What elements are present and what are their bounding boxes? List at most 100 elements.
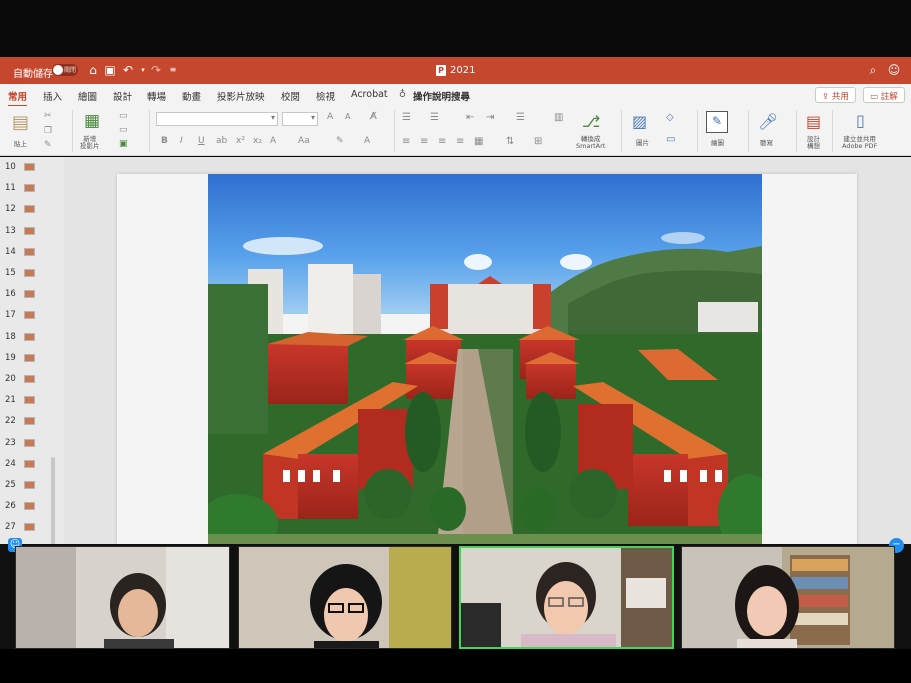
font-name-box[interactable]: ▾	[156, 112, 278, 126]
cut-icon[interactable]: ✂	[44, 111, 52, 121]
adobe-pdf-icon[interactable]: ▯	[856, 111, 865, 130]
distributed-icon[interactable]: ▦	[474, 136, 483, 147]
redo-icon[interactable]: ↷	[149, 63, 163, 77]
slide-thumbnail[interactable]: 16	[0, 284, 64, 305]
shapes-icon[interactable]: ◇	[666, 112, 674, 123]
slide-thumbnail[interactable]: 18	[0, 327, 64, 348]
home-icon[interactable]: ⌂	[86, 63, 100, 77]
clear-format-icon[interactable]: A̸	[370, 111, 377, 122]
slide-thumbnail[interactable]: 20	[0, 369, 64, 390]
autosave-toggle[interactable]: 關閉	[52, 64, 78, 76]
picture-label: 圖片	[636, 139, 649, 147]
align-text-icon[interactable]: ⊞	[534, 136, 542, 147]
slide-thumbnail[interactable]: 24	[0, 454, 64, 475]
video-tile-participant-2[interactable]	[238, 546, 452, 649]
reset-icon[interactable]: ▭	[119, 125, 128, 135]
slide-thumbnail[interactable]: 13	[0, 221, 64, 242]
tab-slideshow[interactable]: 投影片放映	[217, 89, 265, 103]
drawing-icon[interactable]: ✎	[706, 111, 728, 133]
tab-animations[interactable]: 動畫	[182, 89, 201, 103]
slide-number: 15	[5, 268, 16, 278]
align-center-icon[interactable]: ≡	[420, 136, 428, 147]
tell-me-search[interactable]: 操作說明搜尋	[413, 89, 470, 103]
columns-icon[interactable]: ▥	[554, 112, 563, 123]
video-tile-participant-4[interactable]	[681, 546, 895, 649]
decrease-indent-icon[interactable]: ⇤	[466, 112, 474, 123]
slide-preview	[24, 523, 35, 532]
video-tile-participant-1[interactable]	[15, 546, 230, 649]
slide-thumbnail[interactable]: 10	[0, 157, 64, 178]
toggle-knob	[53, 65, 63, 75]
slide-thumbnail[interactable]: 11	[0, 178, 64, 199]
slide-thumbnail[interactable]: 14	[0, 242, 64, 263]
increase-indent-icon[interactable]: ⇥	[486, 112, 494, 123]
campus-photo[interactable]	[208, 174, 762, 588]
share-button[interactable]: ⇪ 共用	[815, 87, 856, 103]
tab-review[interactable]: 校閱	[281, 89, 300, 103]
slide-thumbnail[interactable]: 19	[0, 348, 64, 369]
strikethrough-icon[interactable]: ab	[216, 136, 227, 146]
slide-thumbnail[interactable]: 15	[0, 263, 64, 284]
divider	[697, 110, 698, 152]
italic-icon[interactable]: I	[180, 136, 183, 146]
save-icon[interactable]: ▣	[103, 63, 117, 77]
slide-thumbnail[interactable]: 22	[0, 411, 64, 432]
slide-thumbnail[interactable]: 17	[0, 305, 64, 326]
chevron-down-icon: ▾	[310, 113, 315, 122]
section-icon[interactable]: ▣	[119, 139, 128, 149]
search-icon[interactable]: ⌕	[866, 63, 880, 77]
grow-font-icon[interactable]: A	[327, 112, 333, 122]
bold-icon[interactable]: B	[161, 136, 168, 146]
highlight-icon[interactable]: ✎	[336, 136, 344, 146]
format-painter-icon[interactable]: ✎	[44, 140, 52, 150]
smartart-icon[interactable]: ⎇	[582, 112, 600, 131]
bullets-icon[interactable]: ☰	[402, 112, 411, 123]
video-tile-active-speaker[interactable]	[459, 546, 674, 649]
tab-acrobat[interactable]: Acrobat	[351, 89, 388, 100]
numbering-icon[interactable]: ☰	[430, 112, 439, 123]
slide-thumbnail[interactable]: 27	[0, 517, 64, 538]
slide-thumbnail[interactable]: 23	[0, 433, 64, 454]
shrink-font-icon[interactable]: A	[345, 112, 350, 121]
paste-icon[interactable]: ▤	[12, 112, 29, 133]
undo-icon[interactable]: ↶	[121, 63, 135, 77]
underline-icon[interactable]: U	[198, 136, 205, 146]
account-icon[interactable]: ☺	[887, 63, 901, 77]
change-case-icon[interactable]: Aa	[298, 136, 310, 146]
tab-insert[interactable]: 插入	[43, 89, 62, 103]
slide-thumbnail[interactable]: 26	[0, 496, 64, 517]
dictate-icon[interactable]: 🎤︎	[758, 112, 778, 131]
justify-icon[interactable]: ≡	[456, 136, 464, 147]
slide-number: 14	[5, 246, 16, 257]
slide-preview	[24, 417, 35, 426]
picture-icon[interactable]: ▨	[632, 112, 647, 131]
layout-icon[interactable]: ▭	[119, 111, 128, 121]
subscript-icon[interactable]: x₂	[253, 136, 262, 146]
slide-number: 19	[5, 352, 16, 363]
slide-thumbnail[interactable]: 21	[0, 390, 64, 411]
tab-view[interactable]: 檢視	[316, 89, 335, 103]
tab-home[interactable]: 常用	[8, 89, 28, 107]
tab-transitions[interactable]: 轉場	[147, 89, 166, 103]
customize-toolbar-icon[interactable]: ≡	[166, 63, 180, 77]
share-label: 共用	[831, 92, 849, 102]
line-spacing-icon[interactable]: ☰	[516, 112, 525, 123]
copy-icon[interactable]: ❐	[44, 126, 52, 136]
tab-draw[interactable]: 繪圖	[78, 89, 97, 103]
slide-thumbnail[interactable]: 12	[0, 199, 64, 220]
textbox-icon[interactable]: ▭	[666, 134, 675, 145]
font-size-box[interactable]: ▾	[282, 112, 318, 126]
align-right-icon[interactable]: ≡	[438, 136, 446, 147]
undo-dropdown-icon[interactable]: ▾	[136, 63, 150, 77]
new-slide-icon[interactable]: ▦	[84, 111, 100, 131]
align-left-icon[interactable]: ≡	[402, 136, 410, 147]
designer-icon[interactable]: ▤	[806, 112, 821, 131]
text-effects-icon[interactable]: A	[270, 136, 276, 146]
font-color-icon[interactable]: A	[364, 136, 370, 146]
slide-thumbnail[interactable]: 25	[0, 475, 64, 496]
slide-preview	[24, 396, 35, 405]
tab-design[interactable]: 設計	[113, 89, 132, 103]
superscript-icon[interactable]: x²	[236, 136, 245, 146]
comments-button[interactable]: ▭ 註解	[863, 87, 905, 103]
text-direction-icon[interactable]: ⇅	[506, 136, 514, 147]
